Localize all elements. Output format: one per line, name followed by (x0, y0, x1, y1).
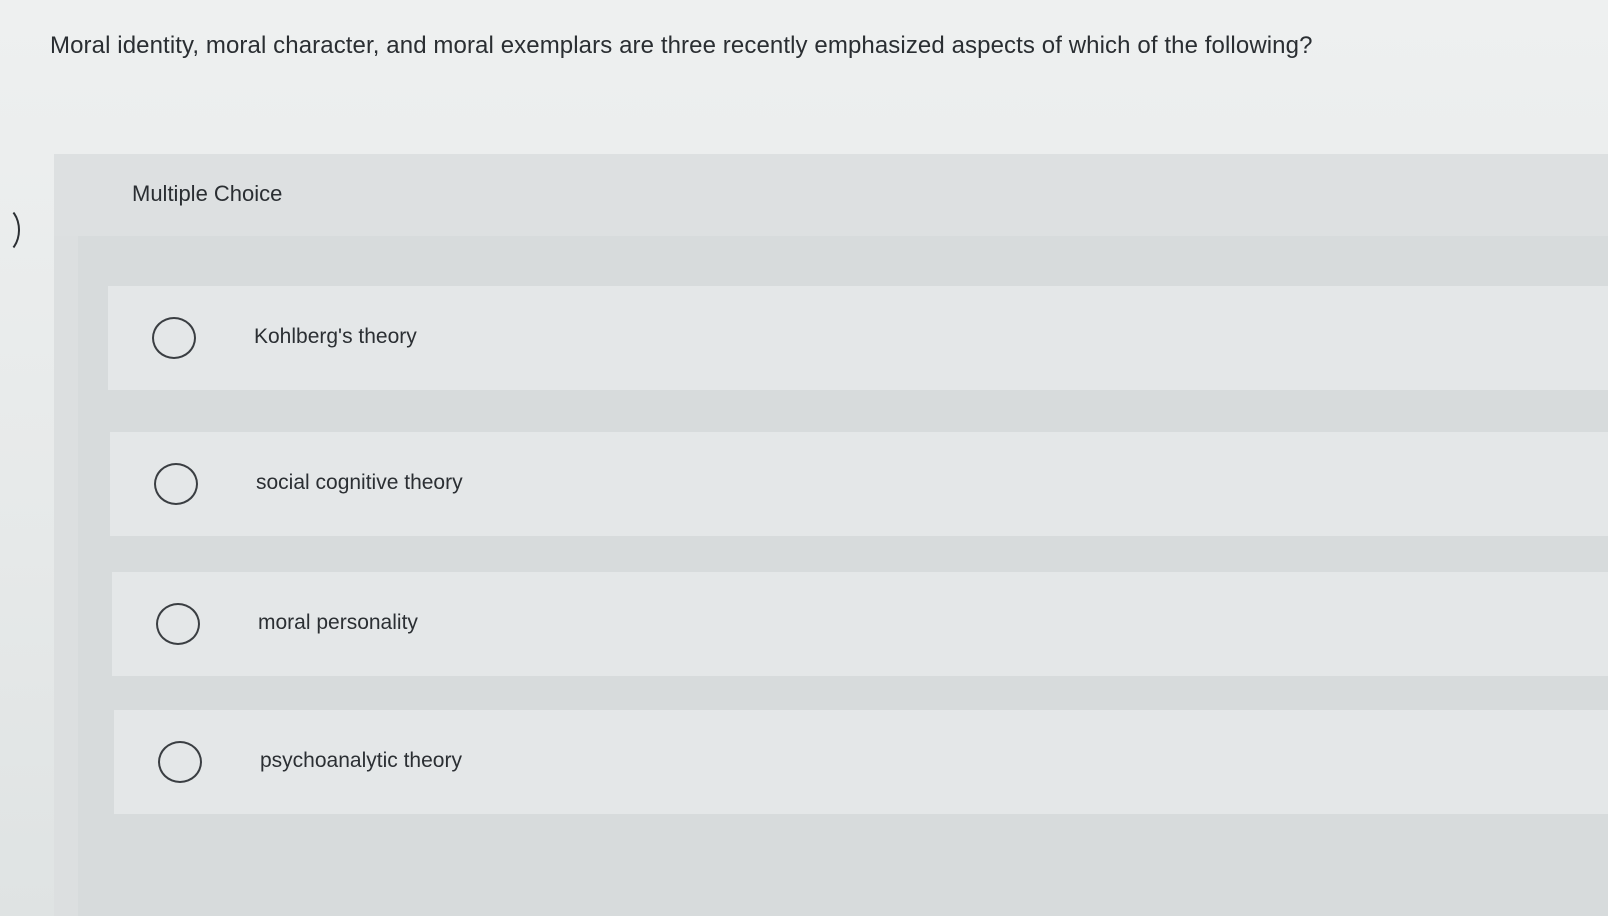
multiple-choice-panel: Multiple Choice Kohlberg's theory social… (54, 154, 1608, 916)
answer-option-label: Kohlberg's theory (254, 325, 417, 348)
radio-empty-icon[interactable] (158, 741, 202, 783)
answer-option-label: social cognitive theory (256, 471, 463, 494)
cropped-edge-mark (0, 206, 20, 254)
answer-option-psychoanalytic-theory[interactable]: psychoanalytic theory (114, 710, 1608, 814)
answer-option-social-cognitive-theory[interactable]: social cognitive theory (110, 432, 1608, 536)
radio-empty-icon[interactable] (156, 603, 200, 645)
answer-option-kohlbergs-theory[interactable]: Kohlberg's theory (108, 286, 1608, 390)
answer-options: Kohlberg's theory social cognitive theor… (78, 236, 1608, 916)
question-text: Moral identity, moral character, and mor… (50, 32, 1313, 59)
radio-empty-icon[interactable] (152, 317, 196, 359)
answer-option-label: moral personality (258, 611, 418, 634)
answer-option-moral-personality[interactable]: moral personality (112, 572, 1608, 676)
multiple-choice-title: Multiple Choice (132, 181, 283, 206)
quiz-page: Moral identity, moral character, and mor… (0, 0, 1608, 916)
radio-empty-icon[interactable] (154, 463, 198, 505)
answer-option-label: psychoanalytic theory (260, 749, 462, 772)
multiple-choice-header: Multiple Choice (54, 154, 1608, 236)
